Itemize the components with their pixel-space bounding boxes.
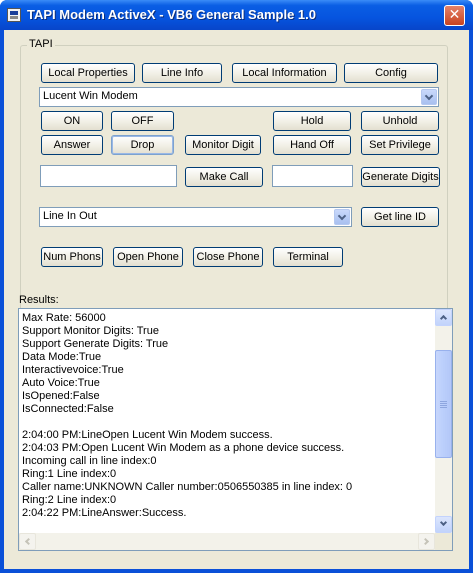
modem-select[interactable]: Lucent Win Modem: [39, 87, 439, 107]
result-line: Data Mode:True: [22, 351, 102, 363]
title-bar[interactable]: TAPI Modem ActiveX - VB6 General Sample …: [0, 0, 473, 30]
result-line: Caller name:UNKNOWN Caller number:050655…: [22, 481, 353, 493]
local-information-button[interactable]: Local Information: [232, 63, 337, 83]
tapi-groupbox: TAPI Local Properties Line Info Local In…: [20, 38, 448, 311]
result-line: Support Generate Digits: True: [22, 338, 169, 350]
line-select-value: Line In Out: [43, 210, 97, 222]
call-number-input[interactable]: [40, 165, 177, 187]
scroll-up-icon[interactable]: [435, 309, 452, 326]
result-line: Max Rate: 56000: [22, 312, 106, 324]
generate-digits-button[interactable]: Generate Digits: [361, 167, 440, 187]
result-line: IsConnected:False: [22, 403, 114, 415]
off-button[interactable]: OFF: [111, 111, 174, 131]
result-line: Ring:1 Line index:0: [22, 468, 117, 480]
result-line: Interactivevoice:True: [22, 364, 124, 376]
result-line: 2:04:00 PM:LineOpen Lucent Win Modem suc…: [22, 429, 273, 441]
results-textarea[interactable]: Max Rate: 56000 Support Monitor Digits: …: [18, 308, 453, 551]
scrollbar-corner: [435, 533, 452, 550]
open-phone-button[interactable]: Open Phone: [113, 247, 183, 267]
dialog-client-area: TAPI Local Properties Line Info Local In…: [4, 30, 469, 569]
hand-off-button[interactable]: Hand Off: [273, 135, 351, 155]
results-label: Results:: [19, 294, 59, 306]
scroll-left-icon[interactable]: [19, 533, 36, 550]
on-button[interactable]: ON: [41, 111, 103, 131]
window-title: TAPI Modem ActiveX - VB6 General Sample …: [27, 7, 316, 22]
result-line: [22, 416, 434, 429]
result-line: Auto Voice:True: [22, 377, 100, 389]
close-phone-button[interactable]: Close Phone: [193, 247, 263, 267]
tapi-group-label: TAPI: [27, 38, 55, 50]
dropdown-arrow-icon[interactable]: [334, 209, 350, 225]
results-log: Max Rate: 56000 Support Monitor Digits: …: [22, 312, 434, 520]
set-privilege-button[interactable]: Set Privilege: [361, 135, 439, 155]
config-button[interactable]: Config: [344, 63, 438, 83]
make-call-button[interactable]: Make Call: [185, 167, 263, 187]
terminal-button[interactable]: Terminal: [273, 247, 343, 267]
drop-button[interactable]: Drop: [111, 135, 174, 155]
unhold-button[interactable]: Unhold: [361, 111, 439, 131]
digits-input[interactable]: [272, 165, 353, 187]
answer-button[interactable]: Answer: [41, 135, 103, 155]
dropdown-arrow-icon[interactable]: [421, 89, 437, 105]
modem-select-value: Lucent Win Modem: [43, 90, 138, 102]
result-line: 2:04:22 PM:LineAnswer:Success.: [22, 507, 187, 519]
close-icon[interactable]: ✕: [444, 5, 465, 26]
line-select[interactable]: Line In Out: [39, 207, 352, 227]
result-line: Incoming call in line index:0: [22, 455, 157, 467]
local-properties-button[interactable]: Local Properties: [41, 63, 135, 83]
result-line: 2:04:03 PM:Open Lucent Win Modem as a ph…: [22, 442, 345, 454]
monitor-digit-button[interactable]: Monitor Digit: [185, 135, 261, 155]
scroll-right-icon[interactable]: [418, 533, 435, 550]
horizontal-scrollbar[interactable]: [19, 533, 435, 550]
vertical-scrollbar[interactable]: [435, 309, 452, 533]
vertical-scroll-thumb[interactable]: [435, 350, 452, 458]
get-line-id-button[interactable]: Get line ID: [361, 207, 439, 227]
result-line: Support Monitor Digits: True: [22, 325, 159, 337]
num-phons-button[interactable]: Num Phons: [41, 247, 103, 267]
result-line: Ring:2 Line index:0: [22, 494, 117, 506]
result-line: IsOpened:False: [22, 390, 100, 402]
app-window: TAPI Modem ActiveX - VB6 General Sample …: [0, 0, 473, 573]
scroll-down-icon[interactable]: [435, 516, 452, 533]
hold-button[interactable]: Hold: [273, 111, 351, 131]
app-icon[interactable]: [7, 8, 21, 22]
line-info-button[interactable]: Line Info: [142, 63, 222, 83]
